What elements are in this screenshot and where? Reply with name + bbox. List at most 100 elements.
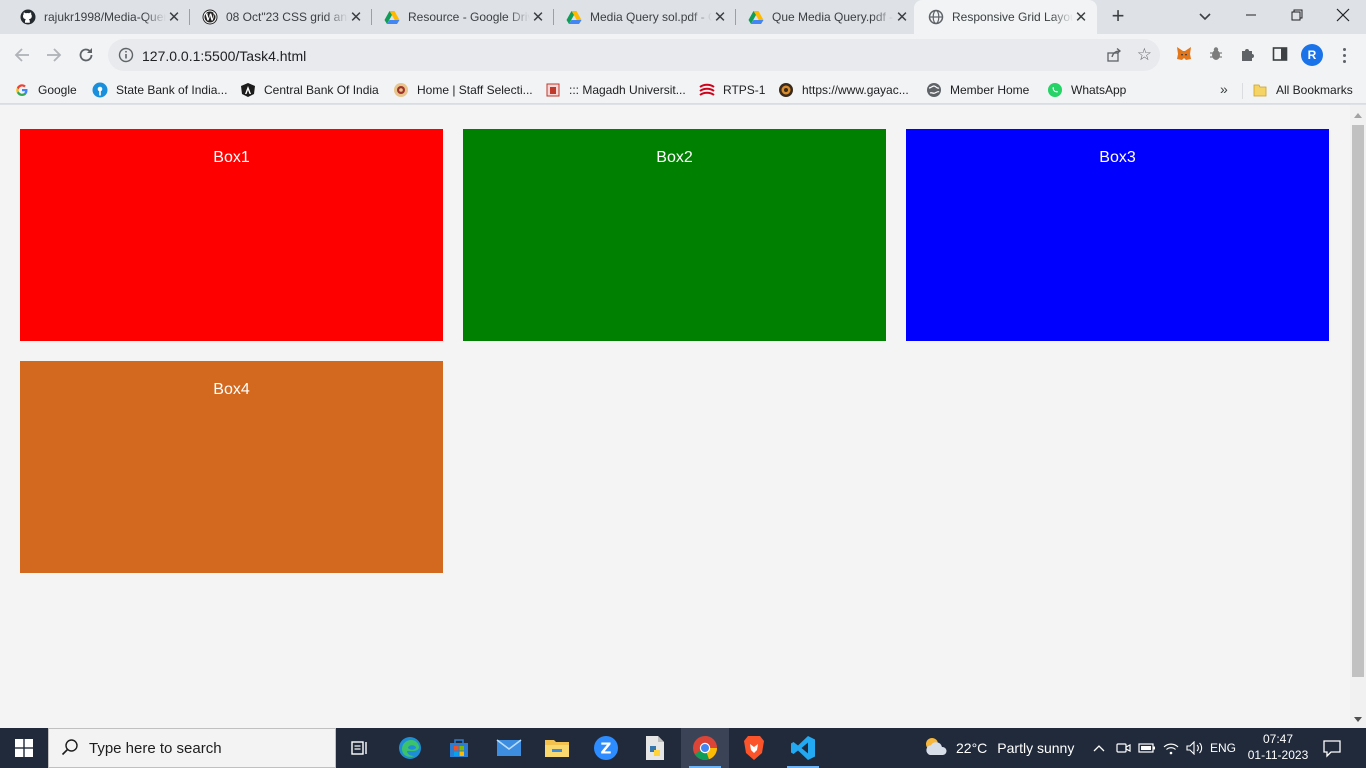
zoom-taskbar-icon[interactable]: Z: [582, 728, 630, 768]
bookmark-rtps[interactable]: RTPS-1: [699, 81, 765, 99]
tab-github[interactable]: rajukr1998/Media-Query ✕: [0, 0, 190, 34]
extensions-puzzle-icon[interactable]: [1238, 44, 1258, 64]
bookmark-sbi[interactable]: State Bank of India...: [92, 81, 227, 99]
scroll-up-arrow[interactable]: [1354, 113, 1362, 118]
bookmark-whatsapp[interactable]: WhatsApp: [1047, 81, 1126, 99]
bookmark-member-home[interactable]: Member Home: [926, 81, 1029, 99]
back-arrow-icon: [14, 48, 29, 62]
task-view-button[interactable]: [336, 728, 384, 768]
tab-que-media-query[interactable]: Que Media Query.pdf - Google ✕: [728, 0, 918, 34]
back-button[interactable]: [10, 43, 34, 67]
address-bar[interactable]: 127.0.0.1:5500/Task4.html ☆: [108, 39, 1160, 71]
tab-title: Resource - Google Drive: [408, 10, 530, 24]
bookmark-label: https://www.gayac...: [802, 83, 909, 97]
globe-icon: [926, 82, 942, 98]
bookmark-central-bank[interactable]: Central Bank Of India: [240, 81, 379, 99]
scrollbar-thumb[interactable]: [1352, 125, 1364, 677]
reload-icon: [79, 48, 93, 62]
tab-search-button[interactable]: [1195, 6, 1215, 26]
metamask-icon[interactable]: [1174, 44, 1194, 64]
notification-center-button[interactable]: [1322, 738, 1342, 758]
weather-temp: 22°C: [956, 740, 988, 756]
bookmark-label: Home | Staff Selecti...: [417, 83, 533, 97]
bookmark-label: Member Home: [950, 83, 1030, 97]
minimize-button[interactable]: [1228, 0, 1274, 30]
share-icon[interactable]: [1106, 47, 1122, 66]
bookmark-star-icon[interactable]: ☆: [1137, 45, 1152, 65]
close-icon[interactable]: ✕: [1073, 9, 1089, 26]
volume-icon[interactable]: [1184, 728, 1206, 768]
close-icon[interactable]: ✕: [894, 9, 910, 26]
close-icon[interactable]: ✕: [348, 9, 364, 26]
search-placeholder: Type here to search: [89, 739, 222, 757]
grid-box-2: Box2: [463, 129, 886, 341]
google-drive-icon: [384, 9, 400, 25]
scroll-down-arrow[interactable]: [1354, 717, 1362, 722]
start-button[interactable]: [0, 728, 48, 768]
bookmark-gaya[interactable]: https://www.gayac...: [778, 81, 909, 99]
more-bookmarks-button[interactable]: »: [1220, 81, 1228, 97]
bookmarks-bar: Google State Bank of India... Central Ba…: [0, 76, 1366, 104]
all-bookmarks-folder[interactable]: All Bookmarks: [1252, 81, 1353, 99]
globe-icon: [928, 9, 944, 25]
taskbar-search[interactable]: Type here to search: [48, 728, 336, 768]
windows-taskbar: Type here to search Z 22°C Partly sunny: [0, 728, 1366, 768]
mail-taskbar-icon[interactable]: [485, 728, 533, 768]
svg-text:Z: Z: [601, 740, 612, 758]
battery-icon[interactable]: [1136, 728, 1158, 768]
bookmark-google[interactable]: Google: [14, 81, 77, 99]
tab-css-grid[interactable]: W 08 Oct"23 CSS grid and ✕: [182, 0, 372, 34]
meet-now-icon[interactable]: [1112, 728, 1134, 768]
grid-container: Box1 Box2 Box3 Box4: [20, 129, 1329, 573]
page-viewport: Box1 Box2 Box3 Box4: [0, 105, 1350, 728]
forward-button[interactable]: [42, 43, 66, 67]
language-indicator[interactable]: ENG: [1208, 728, 1238, 768]
tab-media-query-sol[interactable]: Media Query sol.pdf - Google ✕: [546, 0, 736, 34]
brave-taskbar-icon[interactable]: [730, 728, 778, 768]
tab-title: 08 Oct"23 CSS grid and: [226, 10, 348, 24]
show-hidden-icons-button[interactable]: [1088, 728, 1110, 768]
wifi-icon[interactable]: [1160, 728, 1182, 768]
weather-condition: Partly sunny: [997, 740, 1075, 756]
side-panel-icon[interactable]: [1270, 44, 1290, 64]
close-icon[interactable]: ✕: [712, 9, 728, 26]
close-icon[interactable]: ✕: [530, 9, 546, 26]
bookmark-magadh[interactable]: ::: Magadh Universit...: [545, 81, 686, 99]
search-icon: [61, 738, 79, 759]
bookmark-ssc[interactable]: Home | Staff Selecti...: [393, 81, 533, 99]
clock-date: 01-11-2023: [1247, 748, 1309, 762]
clock-time: 07:47: [1262, 732, 1294, 746]
edge-taskbar-icon[interactable]: [386, 728, 434, 768]
system-clock[interactable]: 07:47 01-11-2023: [1244, 731, 1312, 763]
google-icon: [14, 82, 30, 98]
python-file-taskbar-icon[interactable]: [631, 728, 679, 768]
tab-title: rajukr1998/Media-Query: [44, 10, 166, 24]
reload-button[interactable]: [74, 43, 98, 67]
new-tab-button[interactable]: +: [1106, 5, 1130, 29]
bug-extension-icon[interactable]: [1206, 44, 1226, 64]
tab-title: Responsive Grid Layout: [952, 10, 1073, 24]
restore-button[interactable]: [1274, 0, 1320, 30]
wordpress-icon: W: [202, 9, 218, 25]
browser-toolbar: 127.0.0.1:5500/Task4.html ☆ R: [0, 34, 1366, 76]
rtps-icon: [699, 82, 715, 98]
microsoft-store-taskbar-icon[interactable]: [435, 728, 483, 768]
url-text[interactable]: 127.0.0.1:5500/Task4.html: [142, 48, 306, 64]
google-drive-icon: [566, 9, 582, 25]
chrome-taskbar-icon[interactable]: [681, 728, 729, 768]
vscode-taskbar-icon[interactable]: [779, 728, 827, 768]
bookmark-label: State Bank of India...: [116, 83, 228, 97]
site-info-icon[interactable]: [118, 47, 134, 63]
tab-responsive-grid[interactable]: Responsive Grid Layout ✕: [914, 0, 1097, 34]
file-explorer-taskbar-icon[interactable]: [533, 728, 581, 768]
tab-resource-drive[interactable]: Resource - Google Drive ✕: [364, 0, 554, 34]
close-icon[interactable]: ✕: [166, 9, 182, 26]
profile-avatar[interactable]: R: [1301, 44, 1323, 66]
weather-widget[interactable]: 22°C Partly sunny: [922, 728, 1074, 768]
vertical-scrollbar[interactable]: [1350, 105, 1366, 728]
partly-sunny-icon: [922, 735, 948, 762]
grid-box-1: Box1: [20, 129, 443, 341]
bookmark-label: All Bookmarks: [1276, 83, 1353, 97]
browser-menu-button[interactable]: [1336, 44, 1352, 66]
close-window-button[interactable]: [1320, 0, 1366, 30]
